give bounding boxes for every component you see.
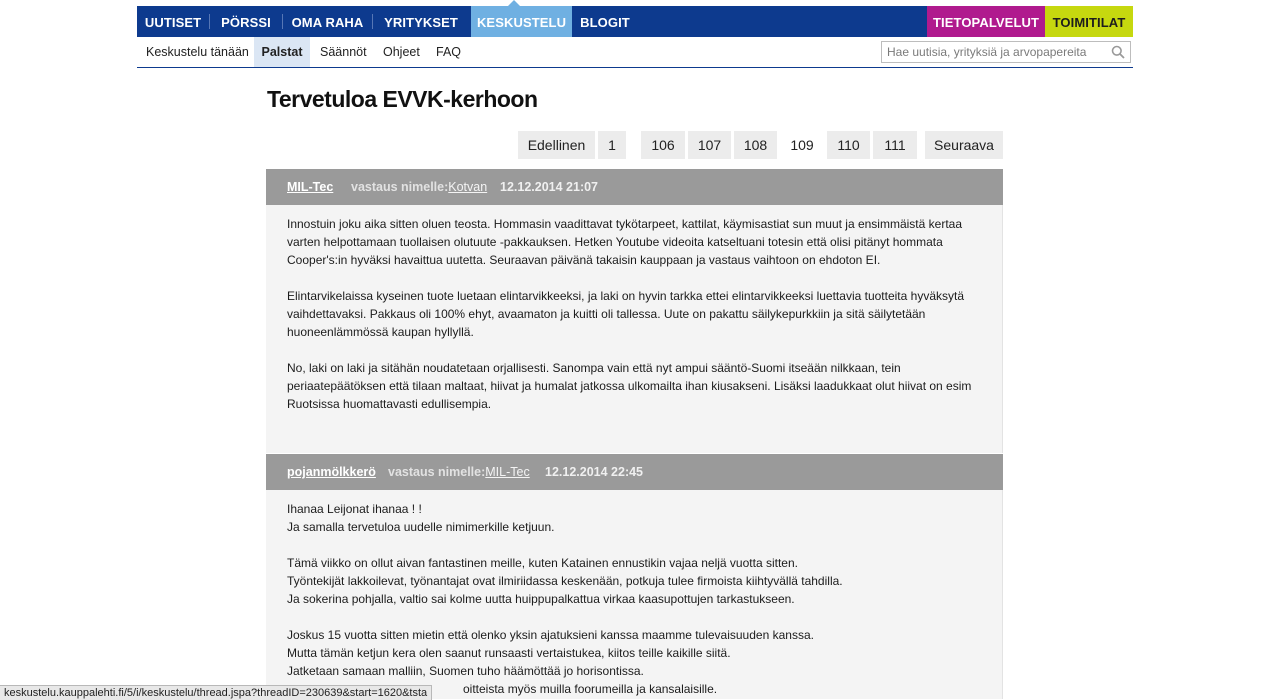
nav-toimitilat[interactable]: TOIMITILAT xyxy=(1045,6,1133,37)
search-box xyxy=(881,41,1131,63)
post-line: Jatketaan samaan malliin, Suomen tuho hä… xyxy=(287,664,644,678)
subnav-ohjeet[interactable]: Ohjeet xyxy=(383,37,420,67)
subnav-palstat[interactable]: Palstat xyxy=(254,37,310,67)
post-line: Työntekijät lakkoilevat, työnantajat ova… xyxy=(287,574,843,588)
pagination-page[interactable]: 110 xyxy=(827,131,870,159)
pagination-page[interactable]: 107 xyxy=(688,131,731,159)
pagination-current-page: 109 xyxy=(790,137,814,153)
nav-uutiset[interactable]: UUTISET xyxy=(137,6,209,37)
active-indicator xyxy=(508,0,520,6)
post-paragraph: Innostuin joku aika sitten oluen teosta.… xyxy=(287,217,962,267)
post-line: Ja sokerina pohjalla, valtio sai kolme u… xyxy=(287,592,795,606)
post-date: 12.12.2014 22:45 xyxy=(545,465,644,479)
browser-status-bar: keskustelu.kauppalehti.fi/5/i/keskustelu… xyxy=(0,685,433,700)
reply-to-link[interactable]: MIL-Tec xyxy=(485,465,529,479)
post-line: Mutta tämän ketjun kera olen saanut runs… xyxy=(287,646,731,660)
post-author-link[interactable]: pojanmölkkerö xyxy=(287,465,376,479)
nav-keskustelu[interactable]: KESKUSTELU xyxy=(471,6,572,37)
post-line: Joskus 15 vuotta sitten mietin että olen… xyxy=(287,628,814,642)
post-body: Ihanaa Leijonat ihanaa ! ! Ja samalla te… xyxy=(266,490,1003,699)
pagination-next[interactable]: Seuraava xyxy=(925,131,1003,159)
nav-blogit[interactable]: BLOGIT xyxy=(572,6,638,37)
pagination-page[interactable]: 106 xyxy=(641,131,685,159)
post-line: Ja samalla tervetuloa uudelle nimimerkil… xyxy=(287,520,555,534)
post-paragraph: Elintarvikelaissa kyseinen tuote luetaan… xyxy=(287,289,965,339)
subnav-keskustelu-tanaan[interactable]: Keskustelu tänään xyxy=(146,37,249,67)
subnav-saannot[interactable]: Säännöt xyxy=(320,37,367,67)
pagination-page[interactable]: 108 xyxy=(734,131,777,159)
reply-info: vastaus nimelle:MIL-Tec xyxy=(388,465,530,479)
nav-oma-raha[interactable]: OMA RAHA xyxy=(283,6,372,37)
search-input[interactable] xyxy=(887,44,1107,60)
post-author-link[interactable]: MIL-Tec xyxy=(287,180,333,194)
sub-nav: Keskustelu tänään Palstat Säännöt Ohjeet… xyxy=(137,37,1133,68)
post-header: MIL-Tec vastaus nimelle:Kotvan 12.12.201… xyxy=(266,169,1003,205)
post-paragraph: No, laki on laki ja sitähän noudatetaan … xyxy=(287,361,972,411)
search-icon[interactable] xyxy=(1111,45,1125,59)
nav-tietopalvelut[interactable]: TIETOPALVELUT xyxy=(927,6,1045,37)
reply-label: vastaus nimelle: xyxy=(388,465,486,479)
nav-yritykset[interactable]: YRITYKSET xyxy=(373,6,469,37)
subnav-faq[interactable]: FAQ xyxy=(436,37,461,67)
main-nav: UUTISET PÖRSSI OMA RAHA YRITYKSET KESKUS… xyxy=(137,0,1133,37)
page-title: Tervetuloa EVVK-kerhoon xyxy=(267,86,538,112)
reply-label: vastaus nimelle: xyxy=(351,180,449,194)
post-line: Ihanaa Leijonat ihanaa ! ! xyxy=(287,502,422,516)
nav-porssi[interactable]: PÖRSSI xyxy=(210,6,282,37)
pagination-page[interactable]: 111 xyxy=(873,131,917,159)
post-date: 12.12.2014 21:07 xyxy=(500,180,599,194)
post-body: Innostuin joku aika sitten oluen teosta.… xyxy=(266,205,1003,453)
pagination-prev[interactable]: Edellinen xyxy=(518,131,595,159)
reply-to-link[interactable]: Kotvan xyxy=(448,180,487,194)
reply-info: vastaus nimelle:Kotvan xyxy=(351,180,487,194)
post-line: Tämä viikko on ollut aivan fantastinen m… xyxy=(287,556,798,570)
post-header: pojanmölkkerö vastaus nimelle:MIL-Tec 12… xyxy=(266,454,1003,490)
pagination-page[interactable]: 1 xyxy=(598,131,626,159)
